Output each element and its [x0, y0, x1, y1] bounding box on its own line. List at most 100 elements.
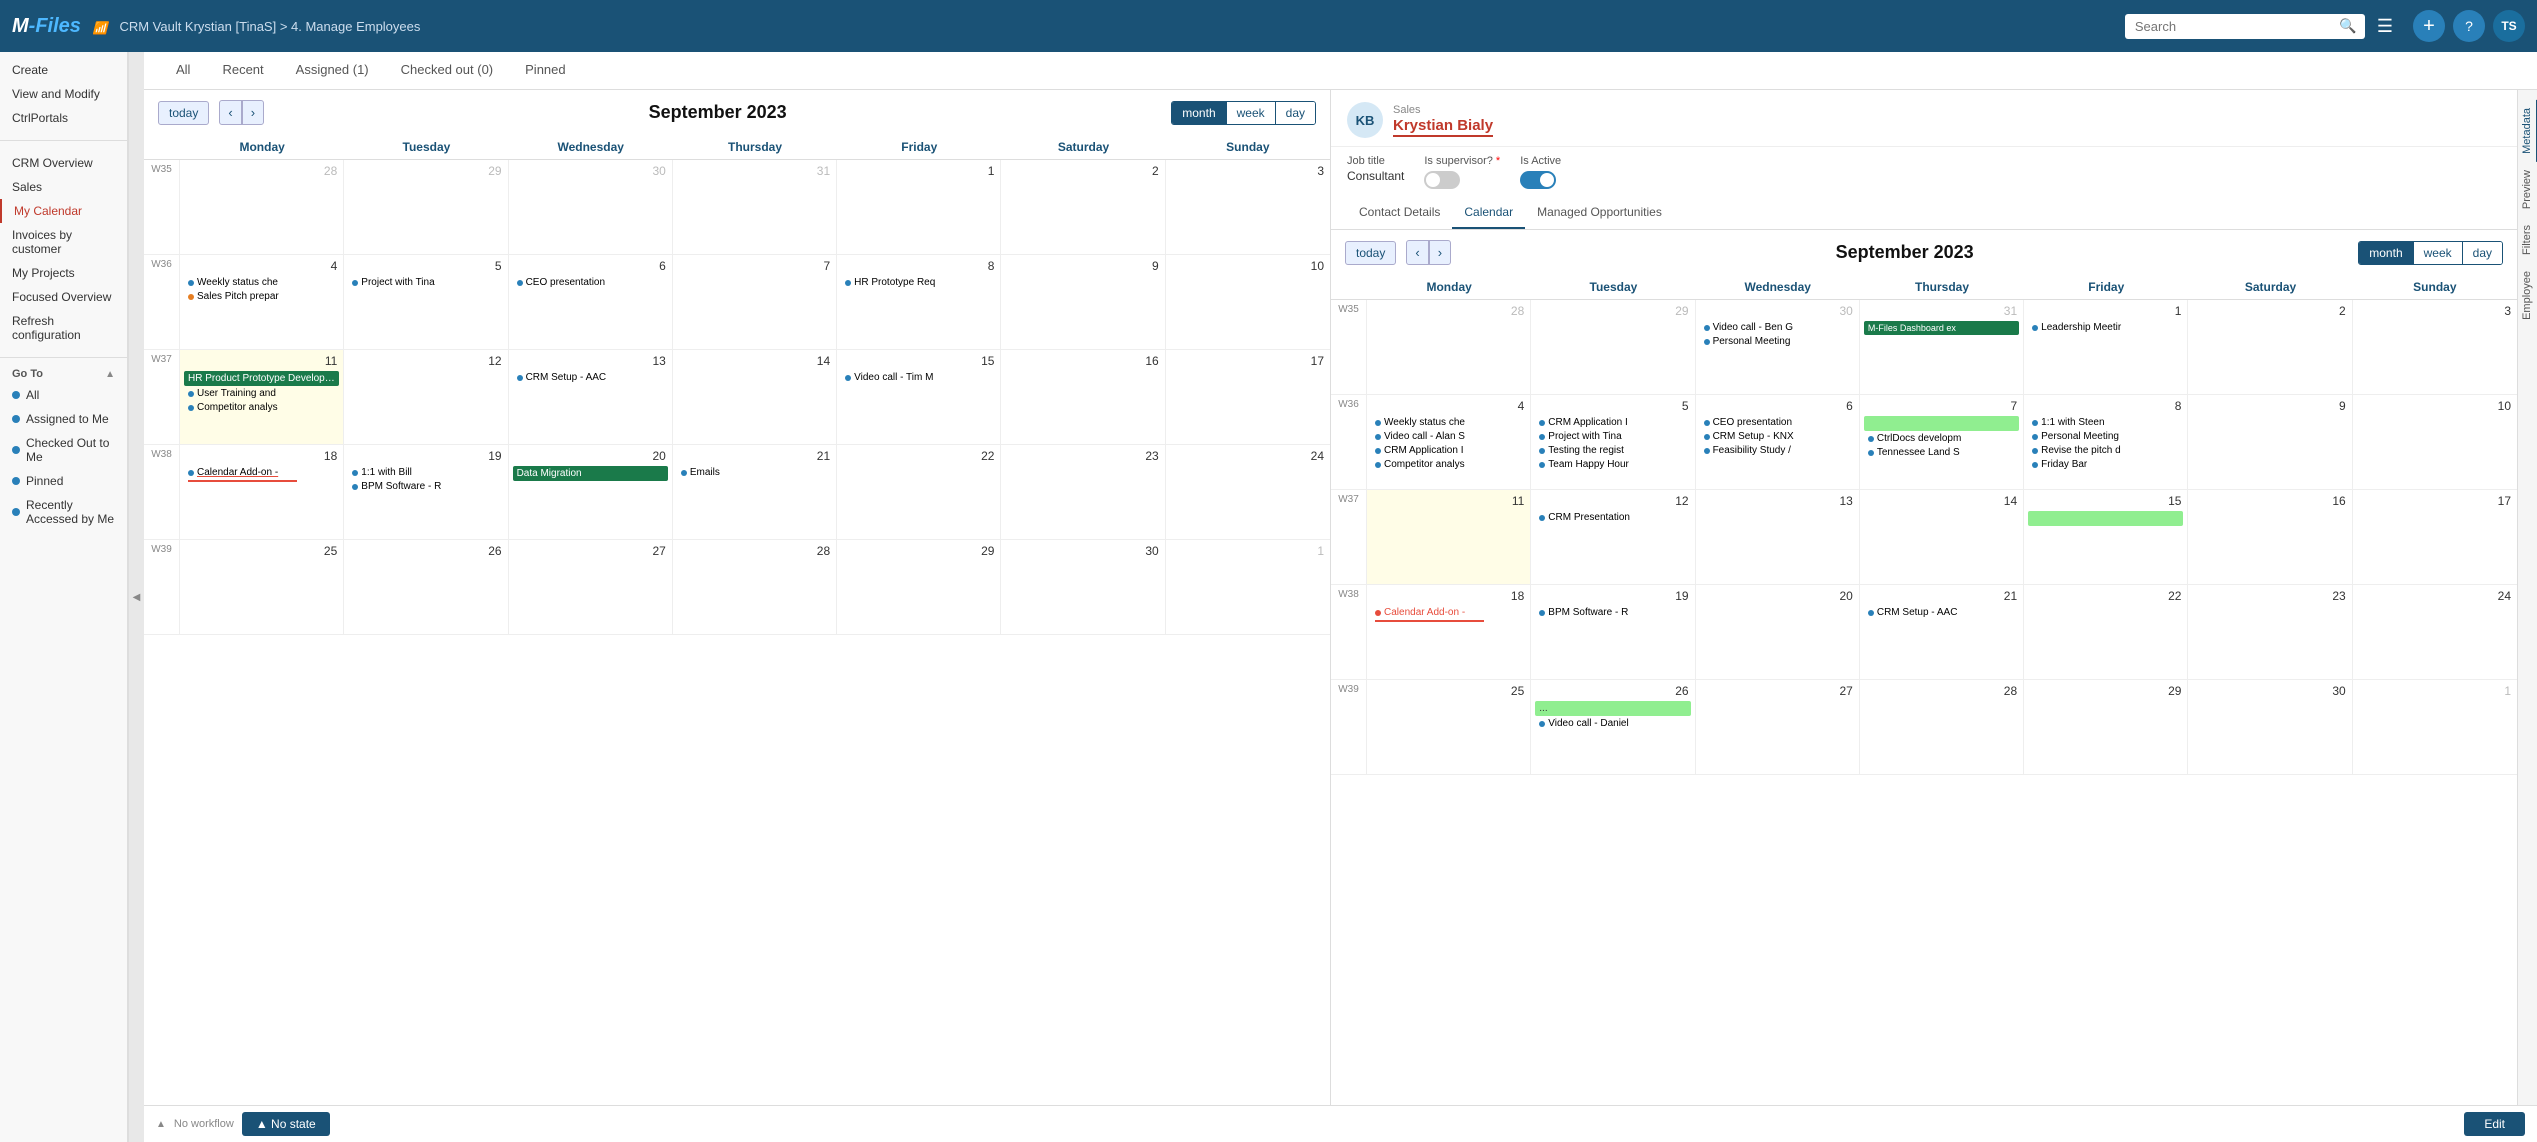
sidebar-item-create[interactable]: Create [0, 58, 127, 82]
cal-cell[interactable]: 20 [1696, 585, 1860, 679]
cal-cell[interactable]: 31 M-Files Dashboard ex [1860, 300, 2024, 394]
cal-cell[interactable]: 1 [2353, 680, 2517, 774]
meta-tab-filters[interactable]: Filters [2518, 217, 2537, 263]
cal-cell[interactable]: 7 CtrlDocs developm Tennessee Land S [1860, 395, 2024, 489]
cal-cell[interactable]: 17 [1166, 350, 1330, 444]
sidebar-item-ctrlportals[interactable]: CtrlPortals [0, 106, 127, 130]
cal-cell[interactable]: 13 [1696, 490, 1860, 584]
cal-cell[interactable]: 30 [509, 160, 673, 254]
left-prev-btn[interactable]: ‹ [219, 100, 241, 125]
cal-cell[interactable]: 6 CEO presentation CRM Setup - KNX Feasi… [1696, 395, 1860, 489]
cal-cell[interactable]: 8 HR Prototype Req [837, 255, 1001, 349]
cal-cell[interactable]: 1 [1166, 540, 1330, 634]
search-input[interactable] [2125, 14, 2365, 39]
cal-cell[interactable]: 4 Weekly status che Sales Pitch prepar [180, 255, 344, 349]
cal-cell[interactable]: 12 CRM Presentation [1531, 490, 1695, 584]
sidebar-item-invoices[interactable]: Invoices by customer [0, 223, 127, 261]
cal-cell[interactable]: 17 [2353, 490, 2517, 584]
cal-cell[interactable]: 19 1:1 with Bill BPM Software - R [344, 445, 508, 539]
cal-cell[interactable]: 24 [1166, 445, 1330, 539]
cal-cell[interactable]: 7 [673, 255, 837, 349]
cal-cell[interactable]: 29 [837, 540, 1001, 634]
sidebar-item-recently-accessed[interactable]: Recently Accessed by Me [0, 493, 127, 531]
left-today-btn[interactable]: today [158, 101, 209, 125]
cal-cell[interactable]: 1 Leadership Meetir [2024, 300, 2188, 394]
cal-cell[interactable]: 29 [2024, 680, 2188, 774]
right-day-btn[interactable]: day [2463, 242, 2502, 264]
right-week-btn[interactable]: week [2414, 242, 2463, 264]
tab-recent[interactable]: Recent [206, 52, 279, 89]
cal-cell[interactable]: 15 [2024, 490, 2188, 584]
cal-cell[interactable]: 25 [180, 540, 344, 634]
sidebar-item-my-calendar[interactable]: My Calendar [0, 199, 127, 223]
user-button[interactable]: TS [2493, 10, 2525, 42]
sidebar-item-refresh[interactable]: Refresh configuration [0, 309, 127, 347]
cal-cell[interactable]: 22 [2024, 585, 2188, 679]
help-button[interactable]: ? [2453, 10, 2485, 42]
cal-cell[interactable]: 26 [344, 540, 508, 634]
supervisor-toggle[interactable] [1424, 171, 1460, 189]
sidebar-item-sales[interactable]: Sales [0, 175, 127, 199]
meta-tab-metadata[interactable]: Metadata [2518, 100, 2537, 162]
cal-cell[interactable]: 22 [837, 445, 1001, 539]
meta-tab-preview[interactable]: Preview [2518, 162, 2537, 217]
tab-checked-out[interactable]: Checked out (0) [385, 52, 510, 89]
cal-cell[interactable]: 21 CRM Setup - AAC [1860, 585, 2024, 679]
left-next-btn[interactable]: › [242, 100, 264, 125]
right-prev-btn[interactable]: ‹ [1406, 240, 1428, 265]
cal-cell[interactable]: 23 [1001, 445, 1165, 539]
cal-cell[interactable]: 14 [673, 350, 837, 444]
add-button[interactable]: + [2413, 10, 2445, 42]
rp-tab-managed-opps[interactable]: Managed Opportunities [1525, 197, 1674, 229]
right-today-btn[interactable]: today [1345, 241, 1396, 265]
cal-cell[interactable]: 20 Data Migration [509, 445, 673, 539]
cal-cell[interactable]: 8 1:1 with Steen Personal Meeting Revise… [2024, 395, 2188, 489]
cal-cell[interactable]: 4 Weekly status che Video call - Alan S … [1367, 395, 1531, 489]
cal-cell[interactable]: 12 [344, 350, 508, 444]
cal-cell[interactable]: 18 Calendar Add-on - [1367, 585, 1531, 679]
cal-cell[interactable]: 3 [1166, 160, 1330, 254]
left-week-btn[interactable]: week [1227, 102, 1276, 124]
left-day-btn[interactable]: day [1276, 102, 1315, 124]
cal-cell[interactable]: 24 [2353, 585, 2517, 679]
tab-all[interactable]: All [160, 52, 206, 89]
cal-cell[interactable]: 10 [1166, 255, 1330, 349]
cal-cell[interactable]: 29 [344, 160, 508, 254]
cal-cell[interactable]: 27 [1696, 680, 1860, 774]
sidebar-item-all[interactable]: All [0, 383, 127, 407]
cal-cell[interactable]: 25 [1367, 680, 1531, 774]
cal-cell[interactable]: 28 [673, 540, 837, 634]
cal-cell[interactable]: 30 [2188, 680, 2352, 774]
cal-cell[interactable]: 16 [1001, 350, 1165, 444]
cal-cell[interactable]: 14 [1860, 490, 2024, 584]
cal-cell[interactable]: 29 [1531, 300, 1695, 394]
sidebar-item-pinned[interactable]: Pinned [0, 469, 127, 493]
cal-cell[interactable]: 15 Video call - Tim M [837, 350, 1001, 444]
cal-cell[interactable]: 19 BPM Software - R [1531, 585, 1695, 679]
cal-cell[interactable]: 28 [180, 160, 344, 254]
right-next-btn[interactable]: › [1429, 240, 1451, 265]
cal-cell[interactable]: 23 [2188, 585, 2352, 679]
tab-pinned[interactable]: Pinned [509, 52, 581, 89]
sidebar-item-focused-overview[interactable]: Focused Overview [0, 285, 127, 309]
cal-cell[interactable]: 31 [673, 160, 837, 254]
left-month-btn[interactable]: month [1172, 102, 1226, 124]
cal-cell-today[interactable]: 11 HR Product Prototype Development User… [180, 350, 344, 444]
cal-cell[interactable]: 3 [2353, 300, 2517, 394]
meta-tab-employee[interactable]: Employee [2518, 263, 2537, 328]
cal-cell-today[interactable]: 11 [1367, 490, 1531, 584]
tab-assigned[interactable]: Assigned (1) [280, 52, 385, 89]
cal-cell[interactable]: 5 Project with Tina [344, 255, 508, 349]
scroll-up-arrow[interactable]: ▲ [156, 1119, 166, 1130]
cal-cell[interactable]: 6 CEO presentation [509, 255, 673, 349]
rp-tab-contact-details[interactable]: Contact Details [1347, 197, 1452, 229]
right-month-btn[interactable]: month [2359, 242, 2413, 264]
cal-cell[interactable]: 9 [1001, 255, 1165, 349]
sidebar-item-view-modify[interactable]: View and Modify [0, 82, 127, 106]
menu-icon[interactable]: ☰ [2377, 16, 2393, 37]
cal-cell[interactable]: 28 [1860, 680, 2024, 774]
sidebar-item-my-projects[interactable]: My Projects [0, 261, 127, 285]
cal-cell[interactable]: 2 [2188, 300, 2352, 394]
cal-cell[interactable]: 1 [837, 160, 1001, 254]
cal-cell[interactable]: 26 ... Video call - Daniel [1531, 680, 1695, 774]
